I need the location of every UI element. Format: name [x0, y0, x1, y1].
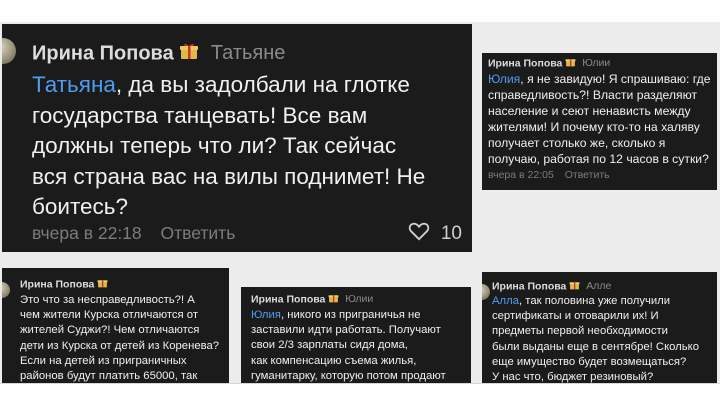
- comment-header: Ирина Попова Юлии: [488, 57, 610, 70]
- top-white-band: [0, 0, 720, 22]
- comment-text: Юлия, никого из приграничья не заставили…: [251, 308, 469, 383]
- comment-card-3: Ирина Попова Это что за несправедливость…: [2, 268, 229, 383]
- comment-line: получает столько же, сколько я: [488, 136, 666, 150]
- comment-header: Ирина Попова Алле: [492, 280, 611, 293]
- author-name[interactable]: Ирина Попова: [251, 293, 325, 305]
- comment-line: жителями! И почему кто-то на халяву: [488, 120, 700, 134]
- author-name[interactable]: Ирина Попова: [492, 280, 566, 292]
- comment-line: , никого из приграничья не: [280, 309, 421, 321]
- comment-line: получаю, работая по 12 часов в сутки?: [488, 152, 709, 166]
- comment-meta: вчера в 22:18 Ответить: [32, 223, 235, 244]
- bottom-white-band: [0, 383, 720, 406]
- gift-icon: [569, 280, 580, 293]
- author-name[interactable]: Ирина Попова: [32, 42, 174, 64]
- comment-meta: вчера в 22:05 Ответить: [488, 169, 610, 181]
- reply-to-name[interactable]: Алле: [586, 280, 611, 292]
- comment-card-4: Ирина Попова Юлии Юлия, никого из пригра…: [241, 287, 471, 383]
- mention-link[interactable]: Алла: [492, 295, 519, 307]
- comment-card-5: Ирина Попова Алле Алла, так половина уже…: [482, 272, 717, 383]
- comment-text: Это что за несправедливость?! А чем жите…: [20, 293, 229, 383]
- avatar[interactable]: [482, 284, 490, 300]
- comment-card-1: Ирина Попова Татьяне Татьяна, да вы задо…: [2, 24, 472, 252]
- comment-line: государства танцевать! Все вам: [32, 102, 368, 128]
- comment-line: сертификаты и отоварили их! И: [492, 310, 659, 323]
- comment-line: еще имущество будет возмещаться?: [492, 355, 687, 368]
- comment-header: Ирина Попова: [20, 278, 108, 291]
- comment-line: заставили идти работать. Получают: [251, 324, 441, 337]
- comment-line: чем жители Курска отличаются от: [20, 309, 198, 322]
- avatar[interactable]: [2, 282, 10, 298]
- comment-line: дети из Курска от детей из Коренева?: [20, 339, 220, 352]
- comment-line: были выданы еще в сентябре! Сколько: [492, 340, 700, 353]
- comment-line: У нас что, бюджет резиновый?: [492, 371, 654, 383]
- comment-line: районов будут платить 65000, так: [20, 370, 198, 383]
- comment-line: жителей Суджи?! Чем отличаются: [20, 324, 200, 337]
- comment-line: боитесь?: [32, 194, 129, 219]
- comment-line: Это что за несправедливость?! А: [20, 294, 195, 306]
- comment-line: гуманитарку, которую потом продают: [251, 369, 446, 382]
- author-name[interactable]: Ирина Попова: [488, 57, 562, 69]
- comment-line: как компенсацию съема жилья,: [251, 354, 417, 367]
- comment-header: Ирина Попова Юлии: [251, 293, 373, 306]
- comment-card-2: Ирина Попова Юлии Юлия, я не завидую! Я …: [482, 53, 717, 190]
- comment-text: Юлия, я не завидую! Я спрашиваю: где спр…: [488, 71, 717, 167]
- reply-button[interactable]: Ответить: [565, 169, 610, 181]
- comment-line: должны теперь что ли? Так сейчас: [32, 133, 397, 158]
- like-button[interactable]: 10: [408, 221, 462, 247]
- gift-icon: [565, 57, 576, 70]
- reply-to-name[interactable]: Юлии: [582, 57, 610, 69]
- comment-line: свои 2/3 зарплаты сидя дома,: [251, 339, 408, 352]
- comment-text: Алла, так половина уже получили сертифик…: [492, 294, 716, 383]
- comment-line: , да вы задолбали на глотке: [115, 72, 410, 97]
- comment-line: предметы первой необходимости: [492, 325, 668, 338]
- mention-link[interactable]: Татьяна: [32, 72, 116, 97]
- mention-link[interactable]: Юлия: [488, 72, 520, 86]
- gift-icon: [179, 42, 199, 66]
- heart-icon[interactable]: [408, 221, 430, 247]
- comment-line: , я не завидую! Я спрашиваю: где: [520, 72, 711, 86]
- like-count: 10: [440, 223, 462, 245]
- comment-header: Ирина Попова Татьяне: [32, 42, 285, 66]
- reply-to-name[interactable]: Юлии: [345, 293, 373, 305]
- mention-link[interactable]: Юлия: [251, 309, 281, 321]
- timestamp: вчера в 22:18: [32, 223, 142, 243]
- gift-icon: [328, 293, 339, 306]
- author-name[interactable]: Ирина Попова: [20, 278, 94, 290]
- comment-line: Если на детей из приграничных: [20, 354, 187, 367]
- reply-button[interactable]: Ответить: [161, 223, 236, 243]
- comment-line: население и сеют ненависть между: [488, 104, 691, 118]
- reply-to-name[interactable]: Татьяне: [211, 42, 286, 64]
- timestamp: вчера в 22:05: [488, 169, 554, 181]
- avatar[interactable]: [2, 38, 16, 64]
- comment-line: вся страна вас на вилы поднимет! Не: [32, 163, 426, 189]
- comment-line: справедливость?! Власти разделяют: [488, 88, 698, 102]
- gift-icon: [97, 278, 108, 291]
- comment-text: Татьяна, да вы задолбали на глотке госуд…: [32, 70, 462, 223]
- comment-line: , так половина уже получили: [519, 295, 671, 307]
